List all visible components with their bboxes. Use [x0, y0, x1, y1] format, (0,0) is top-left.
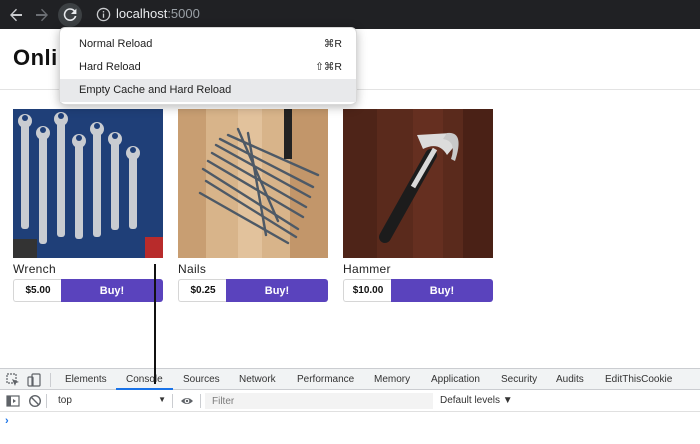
tab-application[interactable]: Application — [431, 374, 480, 385]
product-price: $5.00 — [13, 279, 62, 302]
buy-button[interactable]: Buy! — [226, 279, 328, 302]
nails-image — [178, 109, 328, 258]
menu-item-hard-reload[interactable]: Hard Reload ⇧⌘R — [60, 56, 356, 79]
toolbar-divider — [50, 373, 51, 387]
buy-button[interactable]: Buy! — [391, 279, 493, 302]
toolbar-divider — [46, 394, 47, 408]
console-toolbar: top ▼ Default levels ▼ — [0, 390, 700, 412]
tab-memory[interactable]: Memory — [374, 374, 410, 385]
tab-network[interactable]: Network — [239, 374, 276, 385]
menu-item-label: Empty Cache and Hard Reload — [79, 84, 232, 96]
hammer-image — [343, 109, 493, 258]
console-filter-input[interactable] — [205, 393, 433, 409]
drag-cursor-line — [154, 264, 156, 384]
url-port: :5000 — [167, 6, 200, 21]
page-title: Onli — [13, 45, 58, 70]
inspect-element-icon[interactable] — [6, 373, 20, 387]
menu-item-label: Hard Reload — [79, 61, 141, 73]
tab-elements[interactable]: Elements — [65, 374, 107, 385]
menu-item-label: Normal Reload — [79, 38, 153, 50]
product-price: $0.25 — [178, 279, 227, 302]
url-host: localhost — [116, 6, 168, 21]
tab-performance[interactable]: Performance — [297, 374, 354, 385]
menu-item-empty-cache-hard-reload[interactable]: Empty Cache and Hard Reload — [60, 79, 356, 102]
reload-context-menu: Normal Reload ⌘R Hard Reload ⇧⌘R Empty C… — [59, 27, 357, 105]
buy-button[interactable]: Buy! — [61, 279, 163, 302]
tab-console[interactable]: Console — [126, 374, 163, 385]
eye-icon[interactable] — [180, 394, 194, 408]
address-bar[interactable]: localhost:5000 — [116, 6, 200, 22]
devtools-panel: Elements Console Sources Network Perform… — [0, 368, 700, 444]
devtools-tab-bar: Elements Console Sources Network Perform… — [0, 368, 700, 390]
product-name: Hammer — [343, 262, 391, 276]
product-name: Nails — [178, 262, 207, 276]
info-icon[interactable] — [96, 7, 111, 22]
reload-icon[interactable] — [58, 3, 82, 27]
tab-sources[interactable]: Sources — [183, 374, 220, 385]
toolbar-divider — [172, 394, 173, 408]
back-arrow-icon[interactable] — [5, 4, 27, 26]
console-prompt[interactable]: › — [5, 415, 9, 427]
product-price: $10.00 — [343, 279, 392, 302]
context-selector[interactable]: top ▼ — [52, 393, 170, 409]
browser-toolbar: localhost:5000 — [0, 0, 700, 29]
tab-editthiscookie[interactable]: EditThisCookie — [605, 374, 672, 385]
dropdown-arrow-icon: ▼ — [158, 395, 166, 404]
sidebar-toggle-icon[interactable] — [6, 394, 20, 408]
toolbar-divider — [200, 394, 201, 408]
tab-audits[interactable]: Audits — [556, 374, 584, 385]
product-name: Wrench — [13, 262, 56, 276]
menu-item-normal-reload[interactable]: Normal Reload ⌘R — [60, 33, 356, 56]
log-levels-dropdown[interactable]: Default levels ▼ — [440, 395, 513, 406]
wrench-image — [13, 109, 163, 258]
menu-item-shortcut: ⇧⌘R — [315, 61, 342, 73]
menu-item-shortcut: ⌘R — [323, 38, 342, 50]
tab-security[interactable]: Security — [501, 374, 537, 385]
clear-console-icon[interactable] — [28, 394, 42, 408]
forward-arrow-icon[interactable] — [31, 4, 53, 26]
device-toolbar-icon[interactable] — [27, 373, 41, 387]
context-value: top — [58, 395, 72, 406]
